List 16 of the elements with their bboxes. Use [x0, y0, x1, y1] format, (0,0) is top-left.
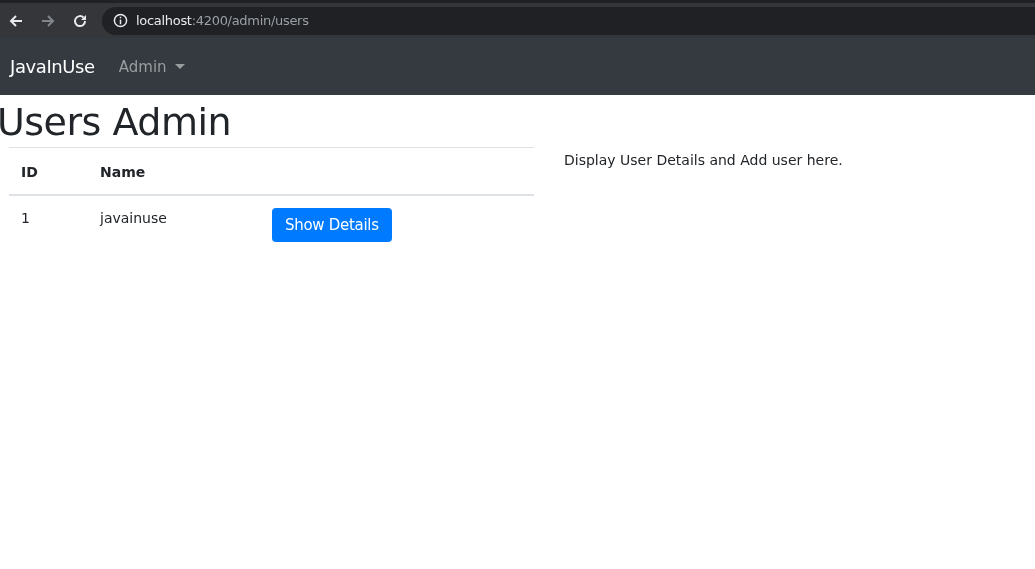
reload-icon[interactable] — [72, 12, 88, 29]
table-cell: 1 — [9, 195, 88, 256]
address-bar[interactable]: localhost:4200/admin/users — [102, 6, 1035, 35]
url-text: localhost:4200/admin/users — [136, 13, 309, 28]
table-cell: javainuse — [88, 195, 260, 256]
column-header: ID — [9, 147, 88, 195]
admin-dropdown[interactable]: Admin — [118, 57, 185, 76]
forward-icon[interactable] — [40, 12, 56, 29]
info-icon[interactable] — [113, 13, 128, 28]
show-details-button[interactable]: Show Details — [272, 208, 392, 242]
caret-icon — [174, 64, 185, 69]
info-text: Display User Details and Add user here. — [564, 151, 843, 170]
page-title: Users Admin — [0, 99, 233, 145]
back-icon[interactable] — [8, 12, 24, 29]
brand-link[interactable]: JavaInUse — [10, 56, 95, 77]
column-header: Name — [88, 147, 260, 195]
